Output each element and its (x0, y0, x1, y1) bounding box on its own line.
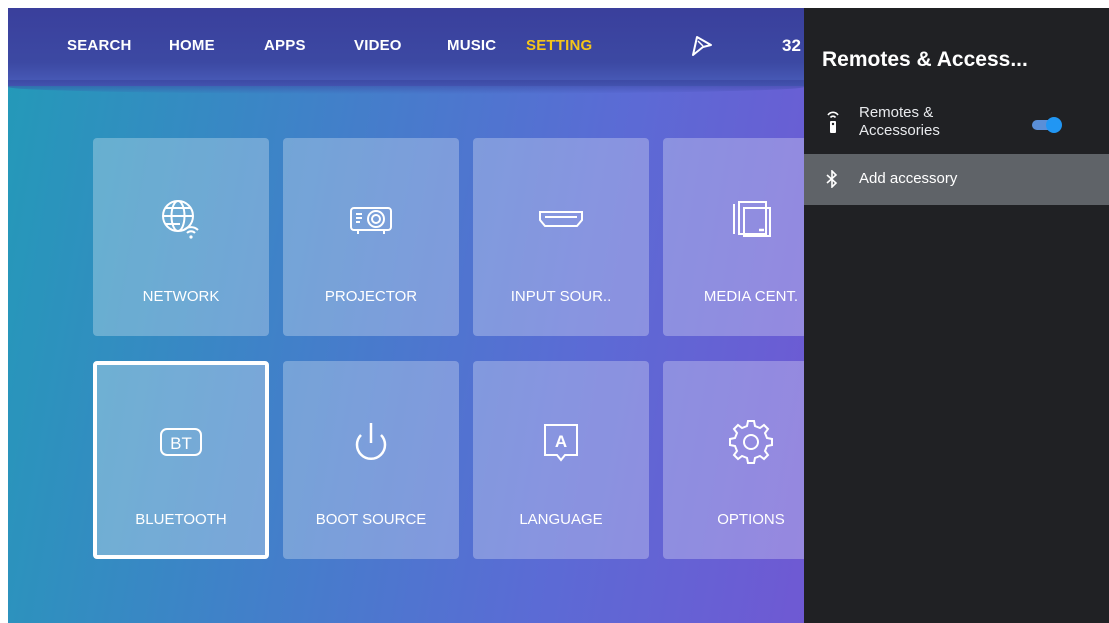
bluetooth-bt-icon: BT (160, 428, 202, 456)
toggle-knob (1046, 117, 1062, 133)
tile-bluetooth-label: BLUETOOTH (135, 511, 227, 528)
tile-projector[interactable]: PROJECTOR (283, 138, 459, 336)
tile-input-source-label: INPUT SOUR.. (510, 288, 612, 305)
remotes-accessories-label: Remotes & Accessories (859, 104, 940, 139)
svg-text:BT: BT (170, 434, 192, 453)
globe-wifi-icon (162, 200, 199, 239)
bluetooth-icon (826, 170, 838, 188)
tv-screen: SEARCH HOME APPS VIDEO MUSIC SETTING 32 … (8, 8, 1109, 623)
nav-setting[interactable]: SETTING (526, 37, 592, 54)
power-icon (355, 423, 387, 461)
nav-apps[interactable]: APPS (264, 37, 306, 54)
projector-icon (350, 207, 392, 234)
language-icon: A (544, 424, 578, 462)
tile-projector-label: PROJECTOR (324, 288, 418, 305)
tile-input-source[interactable]: INPUT SOUR.. (473, 138, 649, 336)
tile-network[interactable]: NETWORK (93, 138, 269, 336)
panel-title: Remotes & Access... (822, 48, 1028, 71)
remotes-accessories-row[interactable]: Remotes & Accessories (804, 96, 1109, 154)
clock: 32 (782, 36, 801, 55)
mouse-pointer-icon (692, 36, 712, 56)
add-accessory-row[interactable]: Add accessory (804, 154, 1109, 205)
folder-icon (733, 201, 771, 237)
remotes-toggle[interactable] (1032, 117, 1062, 133)
tile-network-label: NETWORK (142, 288, 220, 305)
tile-language-label: LANGUAGE (519, 511, 603, 528)
remote-icon (827, 111, 839, 133)
nav-home[interactable]: HOME (169, 37, 215, 54)
nav-video[interactable]: VIDEO (354, 37, 402, 54)
hdmi-icon (539, 211, 583, 227)
add-accessory-label: Add accessory (859, 170, 958, 187)
nav-music[interactable]: MUSIC (447, 37, 496, 54)
svg-text:A: A (555, 432, 567, 451)
side-panel: Remotes & Access... Remotes & Accessorie… (804, 8, 1109, 623)
gear-icon (729, 420, 773, 464)
nav-search[interactable]: SEARCH (67, 37, 132, 54)
tile-bluetooth[interactable]: BT BLUETOOTH (93, 361, 269, 559)
tile-language[interactable]: A LANGUAGE (473, 361, 649, 559)
tile-boot-source[interactable]: BOOT SOURCE (283, 361, 459, 559)
tile-boot-source-label: BOOT SOURCE (315, 511, 427, 528)
